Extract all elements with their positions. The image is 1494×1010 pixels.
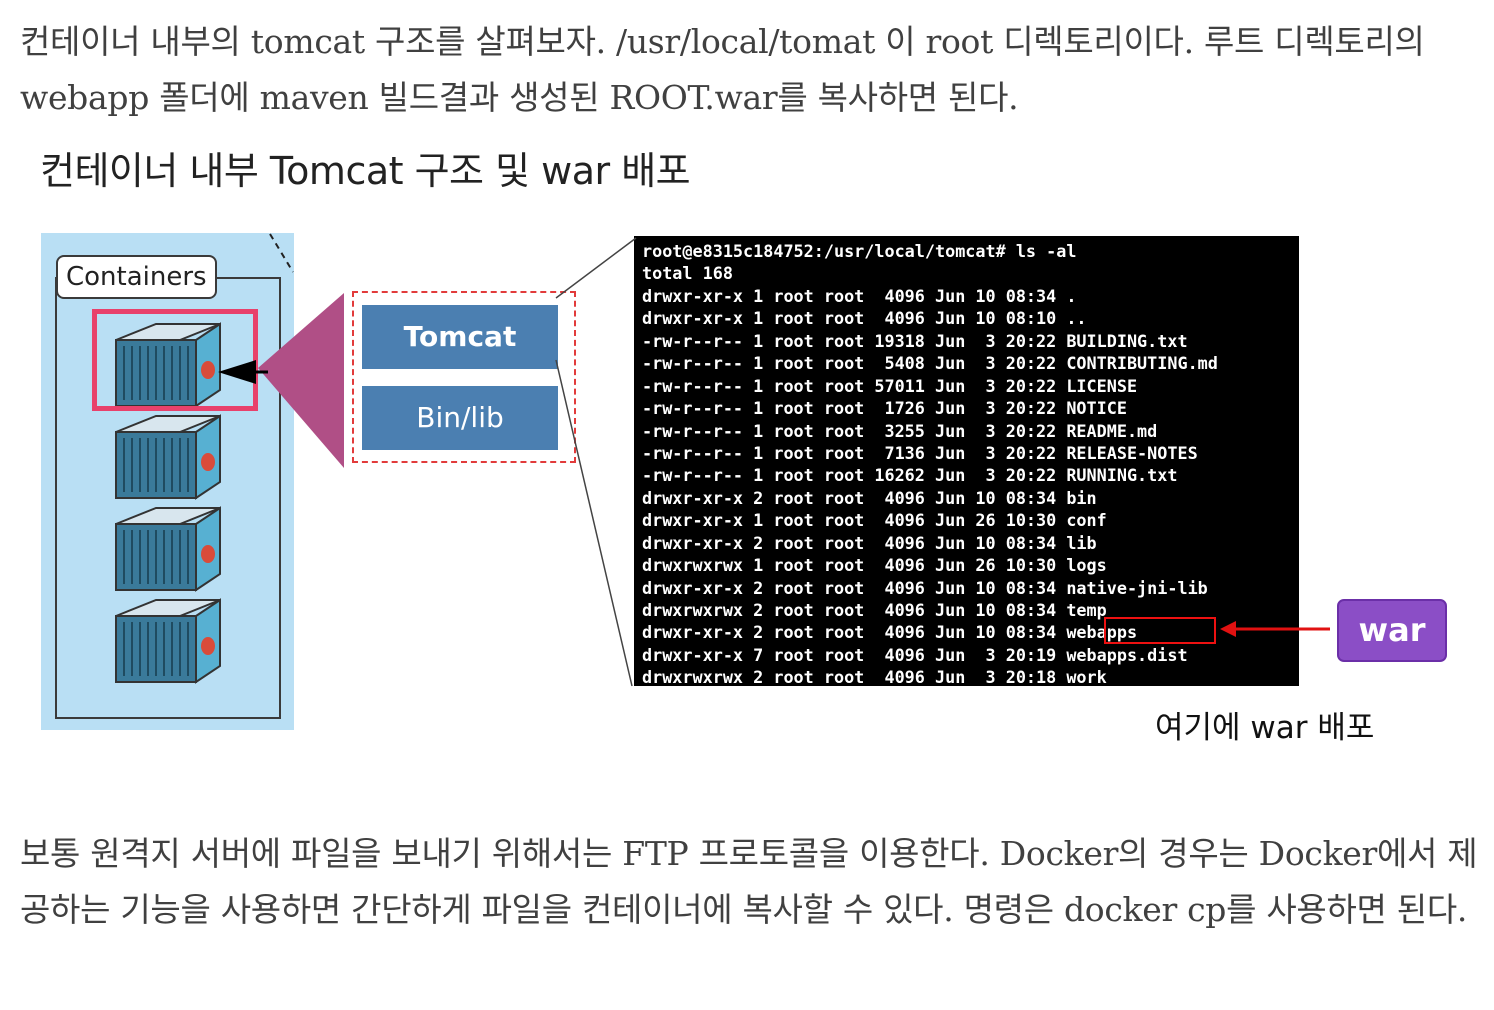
pointer-arrow-head bbox=[218, 360, 256, 384]
callout-triangle bbox=[258, 293, 344, 468]
zoom-line-top bbox=[555, 237, 637, 299]
zoom-line-bottom bbox=[555, 359, 633, 687]
body-paragraph: 보통 원격지 서버에 파일을 보내기 위해서는 FTP 프로토콜을 이용한다. … bbox=[20, 834, 1478, 929]
war-arrow-head bbox=[1220, 621, 1236, 637]
dashed-edge-line bbox=[269, 233, 294, 273]
